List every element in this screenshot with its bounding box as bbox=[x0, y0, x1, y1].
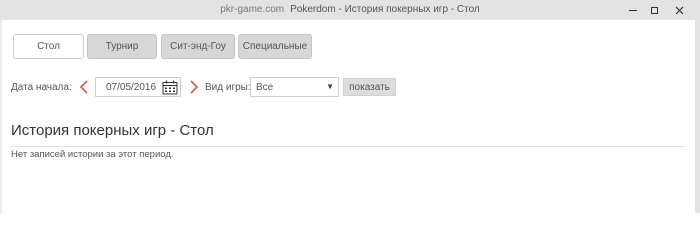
game-type-select[interactable]: Все ▼ bbox=[250, 77, 339, 97]
start-date-input[interactable]: 07/05/2016 bbox=[95, 77, 181, 97]
window-site: pkr-game.com bbox=[220, 4, 285, 15]
window-title: pkr-game.com Pokerdom - История покерных … bbox=[0, 4, 700, 15]
tab-table[interactable]: Стол bbox=[13, 34, 84, 59]
tab-tournament[interactable]: Турнир bbox=[87, 34, 157, 59]
window-titlebar: pkr-game.com Pokerdom - История покерных … bbox=[0, 0, 700, 20]
maximize-button[interactable] bbox=[641, 0, 667, 20]
tab-special[interactable]: Специальные bbox=[238, 34, 312, 59]
start-date-label: Дата начала: bbox=[11, 82, 72, 93]
close-button[interactable] bbox=[666, 0, 692, 20]
tab-sit-and-go[interactable]: Сит-энд-Гоу bbox=[161, 34, 235, 59]
game-type-value: Все bbox=[256, 82, 274, 93]
caret-down-icon: ▼ bbox=[326, 82, 334, 91]
empty-history-message: Нет записей истории за этот период. bbox=[11, 149, 174, 160]
start-date-value: 07/05/2016 bbox=[106, 82, 157, 93]
game-type-label: Вид игры: bbox=[205, 82, 251, 93]
window-title-text: Pokerdom - История покерных игр - Стол bbox=[290, 4, 480, 15]
title-divider bbox=[11, 146, 685, 147]
window-frame-left bbox=[0, 20, 2, 213]
show-button[interactable]: показать bbox=[343, 78, 396, 96]
chevron-right-icon[interactable] bbox=[188, 79, 200, 95]
chevron-left-icon[interactable] bbox=[78, 79, 90, 95]
window-frame-right bbox=[695, 20, 700, 213]
calendar-icon[interactable] bbox=[162, 80, 178, 95]
maximize-icon bbox=[650, 6, 658, 14]
close-icon bbox=[675, 6, 683, 14]
page-title: История покерных игр - Стол bbox=[11, 122, 214, 139]
minimize-icon bbox=[629, 9, 637, 11]
